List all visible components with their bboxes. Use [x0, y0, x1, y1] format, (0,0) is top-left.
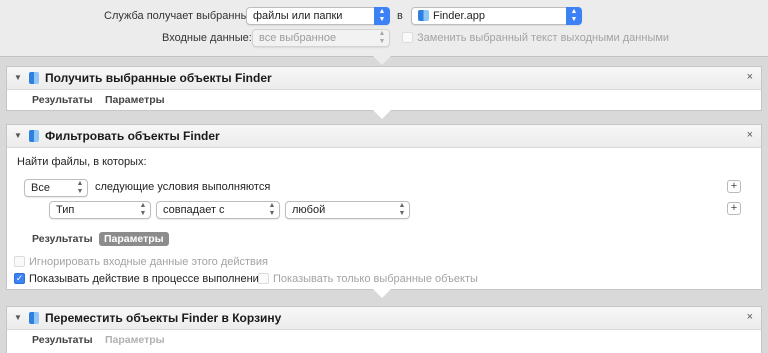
finder-icon [418, 10, 429, 21]
service-receives-label: Служба получает выбранные: [104, 10, 258, 22]
input-data-label: Входные данные: [162, 32, 252, 44]
action-filter-finder-items: ▼ Фильтровать объекты Finder × Найти фай… [6, 124, 762, 290]
condition-operator-popup[interactable]: совпадает с ▲ ▼ [156, 201, 280, 219]
finder-icon [29, 312, 39, 324]
popup-arrows-icon: ▲ ▼ [566, 7, 582, 25]
action-title: Переместить объекты Finder в Корзину [45, 311, 282, 325]
finder-icon [29, 130, 39, 142]
input-data-value: все выбранное [259, 32, 337, 44]
popup-arrows-icon: ▲ ▼ [398, 202, 406, 217]
application-popup[interactable]: Finder.app ▲ ▼ [411, 7, 582, 25]
workflow-header: Служба получает выбранные: файлы или пап… [0, 0, 768, 57]
popup-arrows-icon: ▲ ▼ [268, 202, 276, 217]
tab-results[interactable]: Результаты [32, 94, 93, 106]
show-action-checkbox[interactable]: ✓ [14, 273, 25, 284]
flow-connector [373, 56, 391, 65]
condition-value-popup[interactable]: любой ▲ ▼ [285, 201, 410, 219]
popup-arrows-icon: ▲ ▼ [378, 30, 386, 45]
show-only-selected-label: Показывать только выбранные объекты [273, 273, 478, 285]
tab-parameters[interactable]: Параметры [99, 232, 169, 246]
action-get-selected-finder-items: ▼ Получить выбранные объекты Finder × Ре… [6, 66, 762, 111]
add-condition-plus-icon[interactable]: + [727, 180, 741, 193]
action-titlebar: ▼ Получить выбранные объекты Finder × [7, 67, 761, 90]
input-type-value: файлы или папки [253, 10, 343, 22]
popup-arrows-icon: ▲ ▼ [374, 7, 390, 25]
close-icon[interactable]: × [747, 129, 753, 141]
condition-attribute-value: Тип [56, 204, 75, 216]
ignore-input-label: Игнорировать входные данные этого действ… [29, 256, 268, 268]
ignore-input-checkbox[interactable] [14, 256, 25, 267]
flow-connector [373, 110, 391, 119]
flow-connector [373, 289, 391, 298]
condition-value: любой [292, 204, 326, 216]
show-action-label: Показывать действие в процессе выполнени… [29, 273, 265, 285]
show-only-selected-checkbox[interactable] [258, 273, 269, 284]
application-value: Finder.app [433, 10, 485, 22]
match-value: Все [31, 182, 50, 194]
close-icon[interactable]: × [747, 71, 753, 83]
conditions-text: следующие условия выполняются [95, 181, 271, 193]
close-icon[interactable]: × [747, 311, 753, 323]
tab-results[interactable]: Результаты [32, 334, 93, 346]
disclosure-triangle-icon[interactable]: ▼ [14, 73, 22, 82]
finder-icon [29, 72, 39, 84]
tab-parameters[interactable]: Параметры [105, 334, 165, 346]
disclosure-triangle-icon[interactable]: ▼ [14, 131, 22, 140]
popup-arrows-icon: ▲ ▼ [76, 180, 84, 195]
match-all-popup[interactable]: Все ▲ ▼ [24, 179, 88, 197]
replace-text-checkbox[interactable] [402, 32, 413, 43]
action-move-to-trash: ▼ Переместить объекты Finder в Корзину ×… [6, 306, 762, 353]
find-files-label: Найти файлы, в которых: [17, 156, 147, 168]
action-title: Фильтровать объекты Finder [45, 129, 220, 143]
tab-results[interactable]: Результаты [32, 233, 93, 245]
condition-attribute-popup[interactable]: Тип ▲ ▼ [49, 201, 151, 219]
popup-arrows-icon: ▲ ▼ [139, 202, 147, 217]
action-titlebar: ▼ Переместить объекты Finder в Корзину × [7, 307, 761, 330]
input-type-popup[interactable]: файлы или папки ▲ ▼ [246, 7, 390, 25]
in-label: в [397, 10, 403, 22]
action-title: Получить выбранные объекты Finder [45, 71, 272, 85]
add-condition-plus-icon[interactable]: + [727, 202, 741, 215]
action-titlebar: ▼ Фильтровать объекты Finder × [7, 125, 761, 148]
input-data-popup[interactable]: все выбранное ▲ ▼ [252, 29, 390, 47]
condition-operator-value: совпадает с [163, 204, 225, 216]
disclosure-triangle-icon[interactable]: ▼ [14, 313, 22, 322]
replace-text-label: Заменить выбранный текст выходными данны… [417, 32, 670, 44]
tab-parameters[interactable]: Параметры [105, 94, 165, 106]
